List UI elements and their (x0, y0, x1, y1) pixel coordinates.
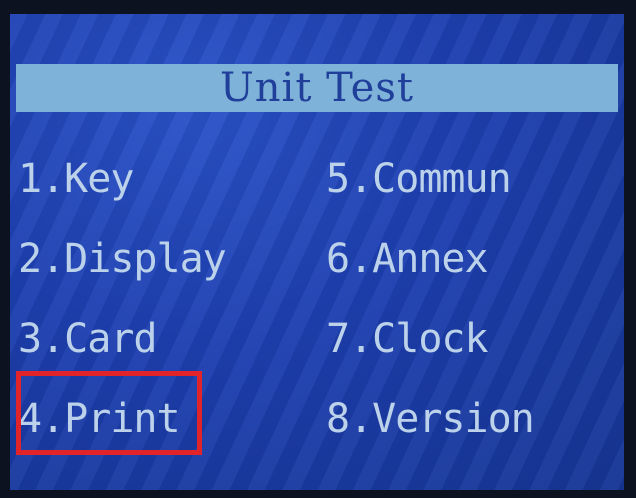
lcd-screen: Unit Test 1.Key 2.Display 3.Card 4.Print… (10, 14, 624, 490)
menu-item-commun[interactable]: 5.Commun (326, 159, 512, 199)
menu-item-card[interactable]: 3.Card (18, 319, 157, 359)
menu-item-key[interactable]: 1.Key (18, 159, 134, 199)
menu-item-display[interactable]: 2.Display (18, 239, 227, 279)
device-bezel: Unit Test 1.Key 2.Display 3.Card 4.Print… (0, 0, 636, 498)
selection-highlight-box (16, 371, 202, 455)
menu-item-version[interactable]: 8.Version (326, 399, 535, 439)
screen-title: Unit Test (220, 65, 414, 111)
menu-item-annex[interactable]: 6.Annex (326, 239, 489, 279)
title-bar: Unit Test (16, 64, 618, 112)
menu-item-clock[interactable]: 7.Clock (326, 319, 489, 359)
